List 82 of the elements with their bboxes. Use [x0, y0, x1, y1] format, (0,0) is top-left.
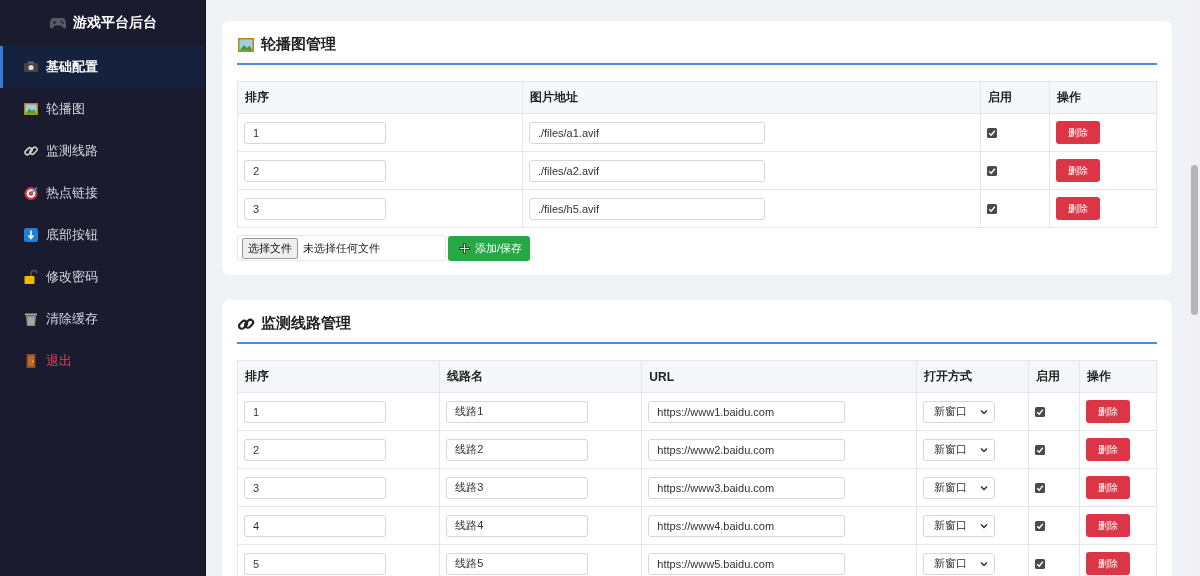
column-header: 排序 [237, 360, 440, 393]
delete-button[interactable]: 删除 [1085, 400, 1130, 423]
camera-icon [23, 59, 39, 75]
open-mode-select[interactable]: 新窗口 [923, 476, 996, 499]
link-icon [23, 143, 39, 159]
image-path-field[interactable]: ./files/a2.avif [528, 159, 765, 182]
sidebar-item[interactable]: 基础配置 [0, 46, 205, 88]
scrollbar-thumb[interactable] [1190, 165, 1198, 315]
order-field[interactable]: 1 [244, 400, 386, 423]
checkbox[interactable] [1035, 482, 1046, 493]
file-status: 未选择任何文件 [303, 240, 380, 256]
column-header: 操作 [1049, 81, 1157, 114]
order-field[interactable]: 2 [244, 438, 386, 461]
checkbox[interactable] [986, 127, 997, 138]
plus-icon [458, 241, 471, 255]
delete-button[interactable]: 删除 [1056, 121, 1101, 144]
delete-button[interactable]: 删除 [1085, 514, 1130, 537]
order-field[interactable]: 2 [244, 159, 386, 182]
sidebar-item[interactable]: 监测线路 [0, 130, 205, 172]
image-path-field[interactable]: ./files/a1.avif [528, 121, 765, 144]
chevron-down-icon [980, 408, 989, 415]
order-field[interactable]: 1 [244, 121, 386, 144]
lock-icon [23, 269, 39, 285]
column-header: 启用 [1028, 360, 1080, 393]
chevron-down-icon [980, 522, 989, 529]
choose-file-button[interactable]: 选择文件 [242, 237, 298, 259]
url-field[interactable]: https://www5.baidu.com [648, 552, 846, 575]
checkbox[interactable] [1035, 520, 1046, 531]
column-header: 排序 [237, 81, 523, 114]
checkbox[interactable] [986, 165, 997, 176]
image-path-field[interactable]: ./files/h5.avif [528, 197, 765, 220]
open-mode-select[interactable]: 新窗口 [923, 438, 996, 461]
chevron-down-icon [980, 560, 989, 567]
order-field[interactable]: 3 [244, 197, 386, 220]
checkbox[interactable] [986, 203, 997, 214]
column-header: 启用 [980, 81, 1050, 114]
section-title: 监测线路管理 [261, 314, 351, 333]
checkbox[interactable] [1035, 558, 1046, 569]
column-header: 操作 [1079, 360, 1157, 393]
scrollbar[interactable] [1188, 0, 1200, 576]
delete-button[interactable]: 删除 [1085, 438, 1130, 461]
checkbox[interactable] [1035, 444, 1046, 455]
checkbox[interactable] [1035, 406, 1046, 417]
order-field[interactable]: 4 [244, 514, 386, 537]
chevron-down-icon [980, 484, 989, 491]
line-name-field[interactable]: 线路5 [446, 552, 589, 575]
delete-button[interactable]: 删除 [1056, 197, 1101, 220]
line-name-field[interactable]: 线路2 [446, 438, 589, 461]
delete-button[interactable]: 删除 [1056, 159, 1101, 182]
trash-icon [23, 311, 39, 327]
line-name-field[interactable]: 线路4 [446, 514, 589, 537]
target-icon [23, 185, 39, 201]
url-field[interactable]: https://www3.baidu.com [648, 476, 846, 499]
open-mode-select[interactable]: 新窗口 [923, 552, 996, 575]
sidebar-item[interactable]: 热点链接 [0, 172, 205, 214]
open-mode-select[interactable]: 新窗口 [923, 400, 996, 423]
column-header: URL [641, 360, 917, 393]
sidebar-item[interactable]: 底部按钮 [0, 214, 205, 256]
order-field[interactable]: 3 [244, 476, 386, 499]
order-field[interactable]: 5 [244, 552, 386, 575]
column-header: 线路名 [439, 360, 642, 393]
sidebar-item[interactable]: 退出 [0, 340, 205, 382]
file-picker[interactable]: 选择文件 未选择任何文件 [237, 235, 446, 261]
picture-icon [237, 35, 255, 54]
url-field[interactable]: https://www1.baidu.com [648, 400, 846, 423]
section-title: 轮播图管理 [261, 35, 336, 54]
picture-icon [23, 101, 39, 117]
chevron-down-icon [980, 446, 989, 453]
sidebar-item[interactable]: 清除缓存 [0, 298, 205, 340]
app-title: 游戏平台后台 [72, 14, 157, 32]
sidebar-item[interactable]: 修改密码 [0, 256, 205, 298]
url-field[interactable]: https://www4.baidu.com [648, 514, 846, 537]
column-header: 打开方式 [916, 360, 1029, 393]
open-mode-select[interactable]: 新窗口 [923, 514, 996, 537]
column-header: 图片地址 [522, 81, 981, 114]
url-field[interactable]: https://www2.baidu.com [648, 438, 846, 461]
gamepad-icon [48, 16, 67, 30]
line-name-field[interactable]: 线路3 [446, 476, 589, 499]
delete-button[interactable]: 删除 [1085, 552, 1130, 575]
line-name-field[interactable]: 线路1 [446, 400, 589, 423]
delete-button[interactable]: 删除 [1085, 476, 1130, 499]
sidebar-item[interactable]: 轮播图 [0, 88, 205, 130]
